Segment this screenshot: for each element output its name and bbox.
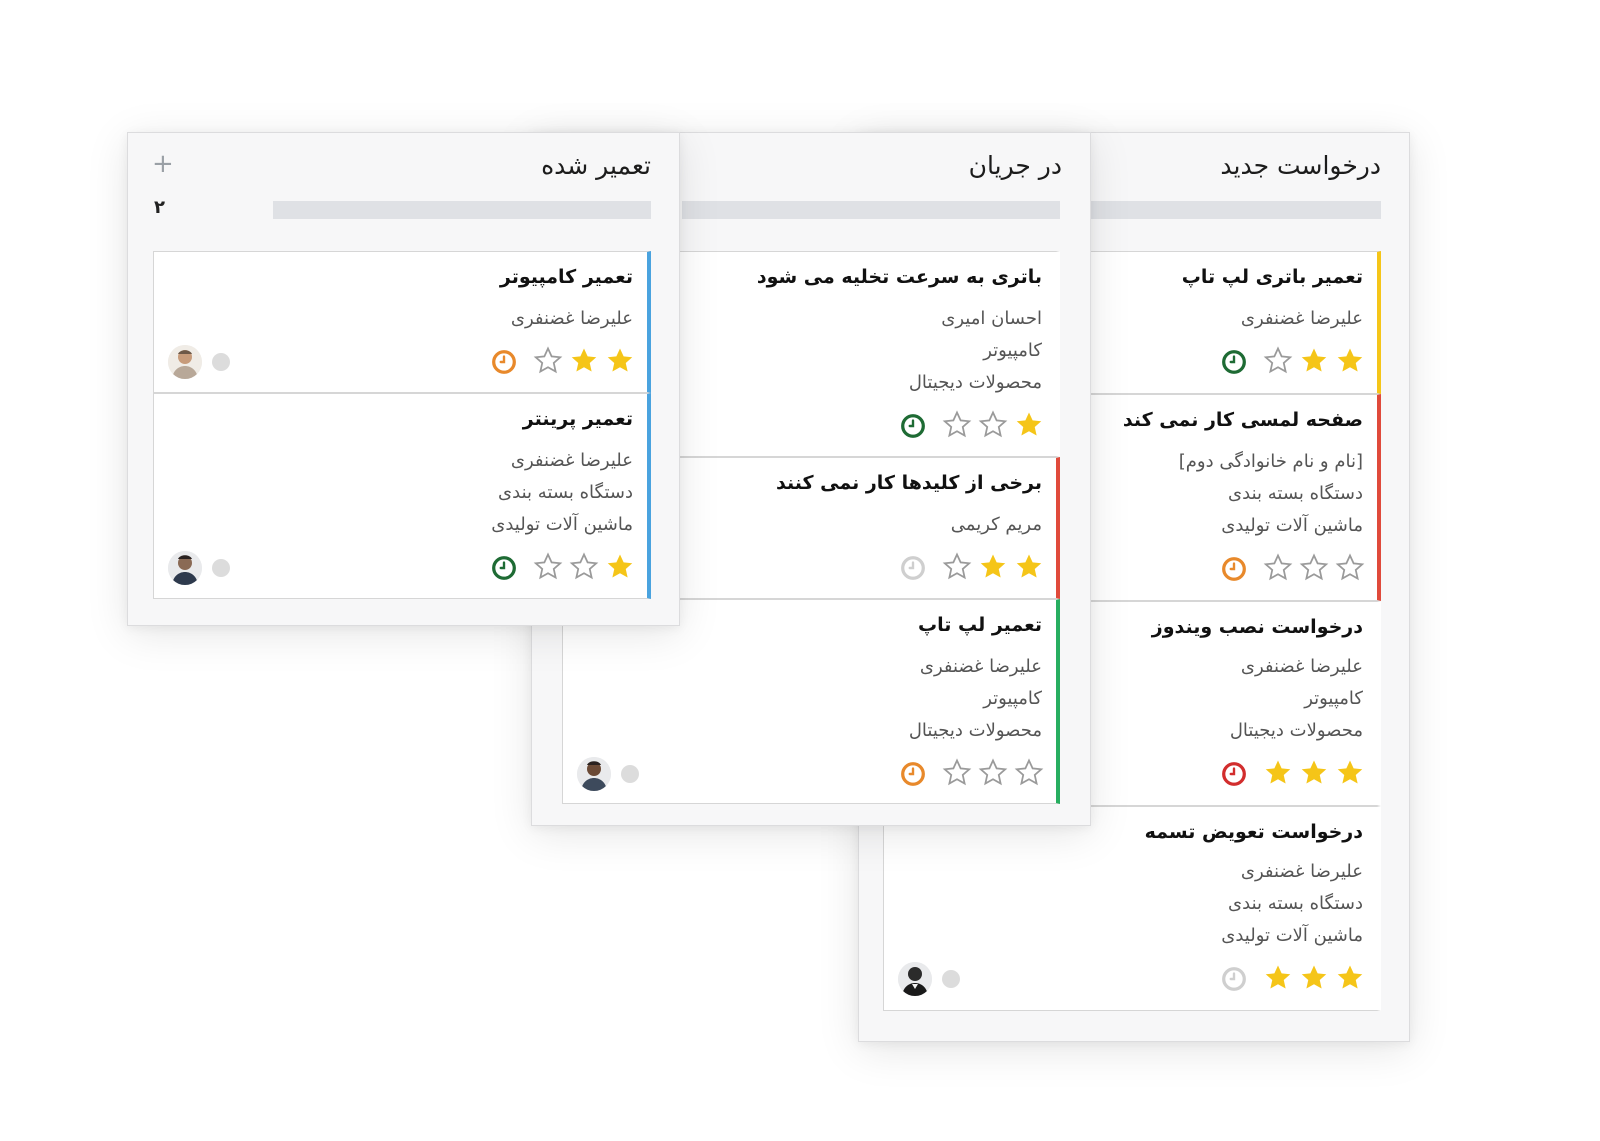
clock-icon[interactable]: [1221, 761, 1247, 787]
card-line: ماشین آلات تولیدی: [1221, 515, 1363, 536]
star-icon[interactable]: [942, 758, 972, 788]
kanban-card[interactable]: درخواست تعویض تسمه علیرضا غضنفری دستگاه …: [883, 806, 1381, 1011]
card-line: محصولات دیجیتال: [1229, 720, 1363, 741]
card-line: علیرضا غضنفری: [510, 450, 633, 471]
star-icon[interactable]: [1335, 346, 1365, 376]
status-dot[interactable]: [212, 559, 230, 577]
star-icon[interactable]: [533, 552, 563, 582]
avatar[interactable]: [577, 757, 611, 791]
star-icon[interactable]: [1335, 758, 1365, 788]
star-icon[interactable]: [1299, 758, 1329, 788]
card-line: [نام و نام خانوادگی دوم]: [1178, 451, 1363, 472]
kanban-card[interactable]: تعمیر کامپیوتر علیرضا غضنفری: [153, 251, 651, 393]
column-repaired: تعمیر شده + ۲ تعمیر کامپیوتر علیرضا غضنف…: [127, 132, 680, 626]
priority-stars[interactable]: [533, 552, 635, 582]
clock-icon[interactable]: [491, 349, 517, 375]
star-icon[interactable]: [978, 758, 1008, 788]
avatar[interactable]: [168, 551, 202, 585]
priority-stars[interactable]: [1263, 963, 1365, 993]
card-line: علیرضا غضنفری: [919, 656, 1042, 677]
clock-icon[interactable]: [491, 555, 517, 581]
card-title: صفحه لمسی کار نمی کند: [1122, 409, 1363, 431]
avatar[interactable]: [168, 345, 202, 379]
star-icon[interactable]: [1014, 758, 1044, 788]
progress-bar: [682, 201, 1060, 219]
star-icon[interactable]: [605, 552, 635, 582]
status-dot[interactable]: [212, 353, 230, 371]
star-icon[interactable]: [942, 552, 972, 582]
card-line: ماشین آلات تولیدی: [1221, 925, 1363, 946]
card-line: دستگاه بسته بندی: [498, 482, 633, 503]
star-icon[interactable]: [1335, 553, 1365, 583]
card-title: تعمیر پرینتر: [522, 408, 633, 430]
add-card-icon[interactable]: +: [152, 149, 174, 179]
star-icon[interactable]: [1263, 346, 1293, 376]
card-line: کامپیوتر: [983, 340, 1042, 361]
card-line: علیرضا غضنفری: [1240, 656, 1363, 677]
column-title: تعمیر شده: [541, 151, 651, 180]
card-line: علیرضا غضنفری: [1240, 861, 1363, 882]
star-icon[interactable]: [1299, 346, 1329, 376]
card-line: ماشین آلات تولیدی: [491, 514, 633, 535]
priority-stars[interactable]: [1263, 758, 1365, 788]
card-title: برخی از کلیدها کار نمی کنند: [776, 472, 1042, 494]
card-title: درخواست تعویض تسمه: [1144, 821, 1363, 843]
star-icon[interactable]: [1263, 758, 1293, 788]
card-line: دستگاه بسته بندی: [1228, 483, 1363, 504]
star-icon[interactable]: [605, 346, 635, 376]
card-title: تعمیر لپ تاپ: [917, 614, 1042, 636]
clock-icon[interactable]: [1221, 556, 1247, 582]
card-title: درخواست نصب ویندوز: [1151, 616, 1363, 638]
card-line: محصولات دیجیتال: [908, 720, 1042, 741]
star-icon[interactable]: [569, 346, 599, 376]
card-line: علیرضا غضنفری: [510, 308, 633, 329]
column-title: درخواست جدید: [1220, 151, 1381, 180]
priority-stars[interactable]: [942, 410, 1044, 440]
star-icon[interactable]: [1014, 410, 1044, 440]
priority-stars[interactable]: [942, 758, 1044, 788]
card-line: احسان امیری: [941, 308, 1042, 329]
star-icon[interactable]: [942, 410, 972, 440]
column-title: در جریان: [968, 151, 1062, 180]
card-line: مریم کریمی: [950, 514, 1042, 535]
clock-icon[interactable]: [1221, 966, 1247, 992]
star-icon[interactable]: [569, 552, 599, 582]
priority-stars[interactable]: [1263, 553, 1365, 583]
card-line: محصولات دیجیتال: [908, 372, 1042, 393]
card-line: کامپیوتر: [1304, 688, 1363, 709]
progress-bar: [273, 201, 651, 219]
star-icon[interactable]: [978, 410, 1008, 440]
clock-icon[interactable]: [900, 413, 926, 439]
star-icon[interactable]: [1263, 553, 1293, 583]
card-line: علیرضا غضنفری: [1240, 308, 1363, 329]
status-dot[interactable]: [942, 970, 960, 988]
kanban-card[interactable]: تعمیر پرینتر علیرضا غضنفری دستگاه بسته ب…: [153, 393, 651, 599]
priority-stars[interactable]: [1263, 346, 1365, 376]
star-icon[interactable]: [1299, 963, 1329, 993]
card-line: کامپیوتر: [983, 688, 1042, 709]
avatar[interactable]: [898, 962, 932, 996]
card-title: تعمیر کامپیوتر: [499, 266, 633, 288]
star-icon[interactable]: [1014, 552, 1044, 582]
clock-icon[interactable]: [1221, 349, 1247, 375]
star-icon[interactable]: [1263, 963, 1293, 993]
status-dot[interactable]: [621, 765, 639, 783]
star-icon[interactable]: [1335, 963, 1365, 993]
star-icon[interactable]: [1299, 553, 1329, 583]
column-count: ۲: [154, 197, 165, 218]
card-line: دستگاه بسته بندی: [1228, 893, 1363, 914]
priority-stars[interactable]: [942, 552, 1044, 582]
kanban-card[interactable]: تعمیر لپ تاپ علیرضا غضنفری کامپیوتر محصو…: [562, 599, 1060, 804]
star-icon[interactable]: [978, 552, 1008, 582]
card-title: باتری به سرعت تخلیه می شود: [756, 266, 1042, 288]
star-icon[interactable]: [533, 346, 563, 376]
priority-stars[interactable]: [533, 346, 635, 376]
clock-icon[interactable]: [900, 555, 926, 581]
card-title: تعمیر باتری لپ تاپ: [1181, 266, 1363, 288]
clock-icon[interactable]: [900, 761, 926, 787]
